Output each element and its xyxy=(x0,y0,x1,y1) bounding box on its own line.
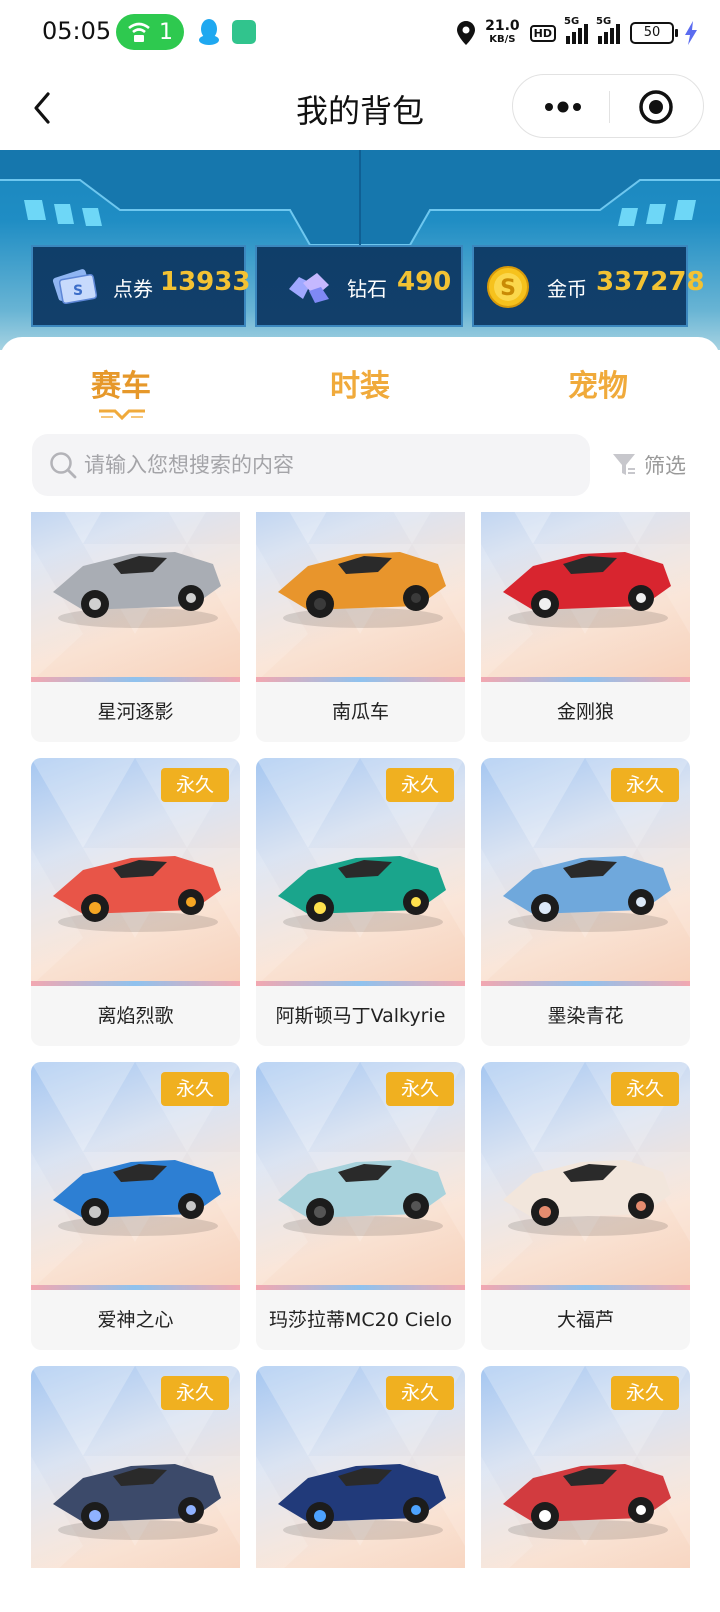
permanent-badge: 永久 xyxy=(611,768,679,802)
car-illustration xyxy=(53,856,221,932)
currency-diamond: 钻石 490 xyxy=(255,245,463,327)
status-time: 05:05 xyxy=(42,17,112,45)
car-illustration xyxy=(503,1464,671,1540)
status-right: 21.0 KB/S HD 5G 5G 50 xyxy=(457,14,698,52)
permanent-badge: 永久 xyxy=(161,768,229,802)
currency-coupon: S 点券 13933 xyxy=(31,245,250,327)
item-name: 离焰烈歌 xyxy=(97,1005,174,1027)
car-illustration xyxy=(278,552,446,628)
car-illustration xyxy=(503,856,671,932)
currency-gold: S 金币 337278 xyxy=(472,245,705,327)
net-speed: 21.0 KB/S xyxy=(485,18,520,45)
permanent-badge: 永久 xyxy=(611,1072,679,1106)
category-tabs: 赛车 时装 宠物 xyxy=(0,337,720,421)
item-card-9[interactable]: 永久 大福芦 xyxy=(481,1062,690,1350)
ticket-icon: S xyxy=(52,269,98,305)
item-card-4[interactable]: 永久 离焰烈歌 xyxy=(31,758,240,1046)
item-name: 金刚狼 xyxy=(556,701,614,723)
filter-button[interactable]: 筛选 xyxy=(612,447,686,483)
signal-icon-sim2: 5G xyxy=(596,16,620,44)
tab-pet[interactable]: 宠物 xyxy=(568,361,628,405)
hotspot-count: 1 xyxy=(159,19,173,45)
item-grid-viewport: 星河逐影 南瓜车 金刚狼 永久 离焰烈歌 永久 阿斯顿马丁Valkyrie 永久… xyxy=(0,512,720,1568)
currency-diamond-value: 490 xyxy=(397,267,452,297)
item-card-11[interactable]: 永久 xyxy=(256,1366,465,1568)
item-name: 南瓜车 xyxy=(331,701,389,723)
battery-indicator: 50 xyxy=(630,22,678,44)
permanent-badge: 永久 xyxy=(386,1072,454,1106)
qq-icon xyxy=(199,19,219,45)
car-illustration xyxy=(278,1160,446,1236)
currency-coupon-value: 13933 xyxy=(160,267,251,297)
hd-badge: HD xyxy=(529,24,556,42)
search-bar xyxy=(32,434,590,496)
item-card-8[interactable]: 永久 玛莎拉蒂MC20 Cielo xyxy=(256,1062,465,1350)
hotspot-icon xyxy=(128,22,150,42)
permanent-badge: 永久 xyxy=(386,1376,454,1410)
battery-app-icon xyxy=(232,20,256,44)
item-card-2[interactable]: 南瓜车 xyxy=(256,512,465,742)
location-icon xyxy=(457,21,476,45)
currency-diamond-label: 钻石 xyxy=(347,277,387,301)
permanent-badge: 永久 xyxy=(161,1376,229,1410)
tab-racing-car[interactable]: 赛车 xyxy=(91,361,151,405)
capsule-divider xyxy=(609,91,610,123)
car-illustration xyxy=(53,552,221,628)
svg-text:S: S xyxy=(73,283,83,299)
tab-fashion[interactable]: 时装 xyxy=(330,361,390,405)
signal-icon-sim1: 5G xyxy=(564,16,588,44)
currency-gold-value: 337278 xyxy=(596,267,705,297)
permanent-badge: 永久 xyxy=(611,1376,679,1410)
wallet-banner: S 点券 13933 钻石 490 S 金币 337278 xyxy=(0,150,720,350)
item-name: 大福芦 xyxy=(556,1309,614,1331)
item-image xyxy=(481,512,690,682)
currency-coupon-label: 点券 xyxy=(113,277,153,301)
car-illustration xyxy=(53,1464,221,1540)
item-image xyxy=(256,512,465,682)
item-name: 爱神之心 xyxy=(97,1309,174,1331)
item-card-5[interactable]: 永久 阿斯顿马丁Valkyrie xyxy=(256,758,465,1046)
filter-label: 筛选 xyxy=(644,454,686,478)
search-input[interactable] xyxy=(84,434,574,496)
item-card-7[interactable]: 永久 爱神之心 xyxy=(31,1062,240,1350)
car-illustration xyxy=(53,1160,221,1236)
diamond-icon xyxy=(289,273,329,303)
car-illustration xyxy=(503,1160,671,1236)
filter-icon xyxy=(613,454,635,475)
tab-active-indicator xyxy=(99,409,145,421)
miniprogram-capsule xyxy=(512,74,704,138)
currency-gold-label: 金币 xyxy=(547,277,587,301)
item-card-1[interactable]: 星河逐影 xyxy=(31,512,240,742)
item-card-12[interactable]: 永久 xyxy=(481,1366,690,1568)
search-icon xyxy=(50,452,77,479)
car-illustration xyxy=(278,1464,446,1540)
item-name: 玛莎拉蒂MC20 Cielo xyxy=(268,1309,452,1331)
item-name: 星河逐影 xyxy=(97,701,174,723)
charging-bolt-icon xyxy=(685,21,697,45)
car-illustration xyxy=(503,552,671,628)
item-card-3[interactable]: 金刚狼 xyxy=(481,512,690,742)
svg-text:S: S xyxy=(500,276,516,301)
item-image xyxy=(31,512,240,682)
item-card-10[interactable]: 永久 xyxy=(31,1366,240,1568)
more-dots-icon[interactable] xyxy=(541,95,585,119)
item-name: 阿斯顿马丁Valkyrie xyxy=(275,1005,446,1027)
permanent-badge: 永久 xyxy=(161,1072,229,1106)
target-icon[interactable] xyxy=(638,89,674,125)
permanent-badge: 永久 xyxy=(386,768,454,802)
status-bar: 05:05 1 21.0 KB/S HD 5G 5G 50 xyxy=(0,0,720,66)
item-grid: 星河逐影 南瓜车 金刚狼 永久 离焰烈歌 永久 阿斯顿马丁Valkyrie 永久… xyxy=(31,512,691,1568)
item-name: 墨染青花 xyxy=(547,1005,624,1027)
gold-coin-icon: S xyxy=(487,266,529,308)
nav-bar: 我的背包 xyxy=(0,66,720,150)
item-card-6[interactable]: 永久 墨染青花 xyxy=(481,758,690,1046)
car-illustration xyxy=(278,856,446,932)
hotspot-indicator: 1 xyxy=(116,14,184,50)
